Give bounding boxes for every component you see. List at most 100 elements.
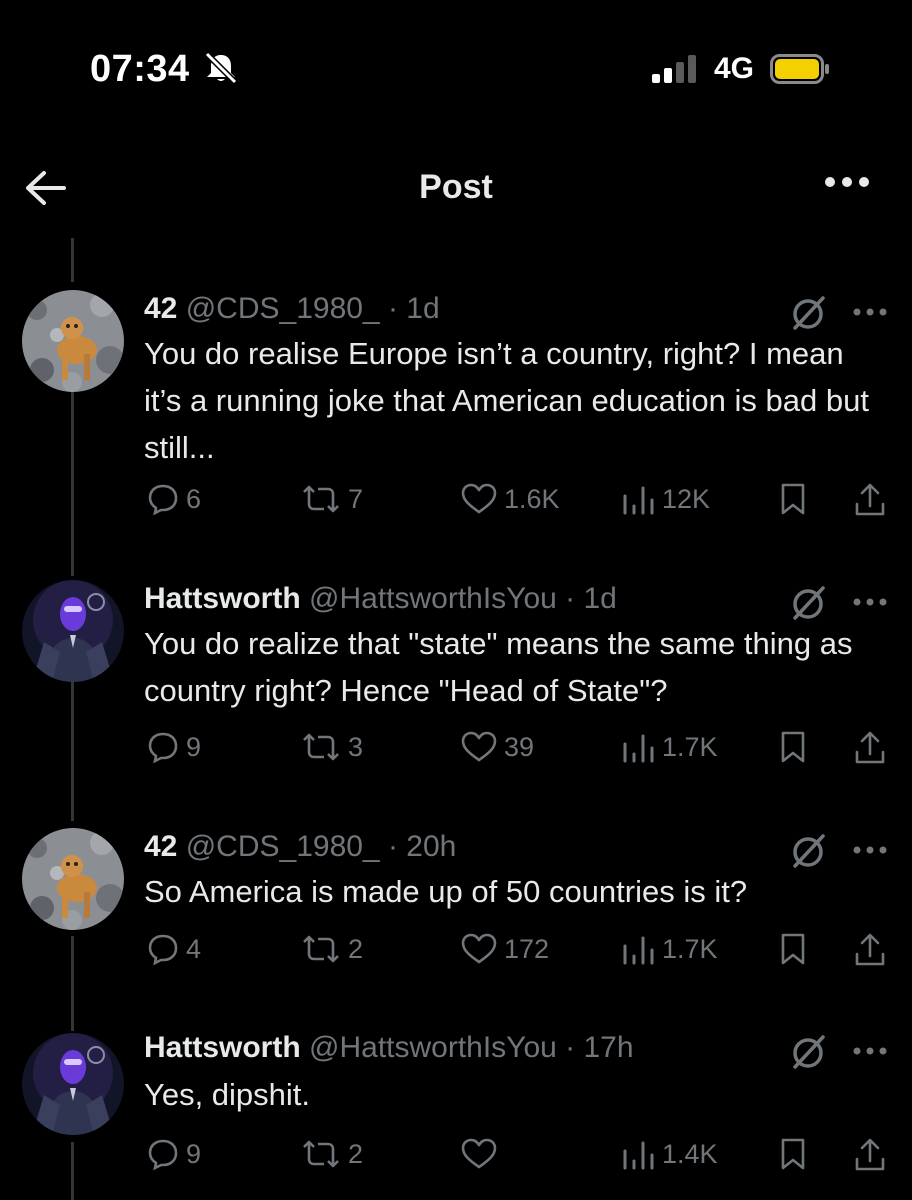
bookmark-icon [781, 933, 805, 965]
author-name[interactable]: 42 [144, 830, 177, 863]
status-time: 07:34 [90, 48, 190, 90]
more-icon[interactable] [852, 1043, 888, 1061]
post-time[interactable]: 17h [583, 1031, 633, 1064]
views-count: 12K [662, 483, 711, 514]
repost-icon [303, 935, 339, 963]
views-button[interactable]: 1.7K [620, 730, 718, 764]
repost-button[interactable]: 7 [300, 482, 363, 516]
views-button[interactable]: 1.7K [620, 932, 718, 966]
more-icon[interactable] [852, 304, 888, 322]
reply-header: Hattsworth @HattsworthIsYou · 1d [144, 582, 617, 615]
post-time[interactable]: 1d [406, 292, 439, 325]
bookmark-icon [781, 731, 805, 763]
share-button[interactable] [852, 1137, 888, 1173]
author-handle[interactable]: @HattsworthIsYou [309, 1031, 557, 1064]
author-handle[interactable]: @CDS_1980_ [186, 292, 380, 325]
like-count: 39 [504, 731, 535, 762]
status-bar: 07:34 4G [0, 0, 912, 130]
more-icon[interactable] [852, 594, 888, 612]
post-time[interactable]: 1d [583, 582, 616, 615]
repost-count: 3 [348, 731, 364, 762]
share-icon [855, 483, 885, 516]
repost-count: 2 [348, 1138, 364, 1169]
bookmark-button[interactable] [778, 482, 808, 516]
repost-icon [303, 485, 339, 513]
reply-count: 6 [186, 483, 202, 514]
grok-icon[interactable] [790, 1033, 828, 1076]
views-icon [623, 936, 654, 965]
reply-header: Hattsworth @HattsworthIsYou · 17h [144, 1031, 634, 1064]
more-icon[interactable] [852, 842, 888, 860]
bookmark-button[interactable] [778, 730, 808, 764]
reply-header: 42 @CDS_1980_ · 1d [144, 292, 440, 325]
reply-icon [148, 1139, 178, 1171]
like-button[interactable]: 172 [460, 932, 549, 966]
bookmark-icon [781, 483, 805, 515]
share-button[interactable] [852, 482, 888, 518]
reply-button[interactable]: 6 [146, 482, 201, 516]
like-button[interactable] [460, 1137, 504, 1171]
share-icon [855, 1138, 885, 1171]
reply-text: Yes, dipshit. [144, 1077, 311, 1112]
repost-button[interactable]: 3 [300, 730, 363, 764]
like-icon [461, 731, 497, 762]
like-icon [461, 483, 497, 514]
like-icon [461, 1138, 497, 1169]
share-icon [855, 731, 885, 764]
reply-text: So America is made up of 50 countries is… [144, 874, 748, 909]
author-name[interactable]: 42 [144, 292, 177, 325]
views-button[interactable]: 1.4K [620, 1137, 718, 1171]
bookmark-icon [781, 1138, 805, 1170]
author-handle[interactable]: @HattsworthIsYou [309, 582, 557, 615]
like-button[interactable]: 39 [460, 730, 534, 764]
thread-line [71, 238, 74, 282]
like-count: 1.6K [504, 483, 560, 514]
action-bar: 4 2 172 1.7K [0, 932, 912, 972]
avatar[interactable] [22, 828, 124, 930]
avatar[interactable] [22, 1033, 124, 1135]
avatar[interactable] [22, 290, 124, 392]
reply-count: 9 [186, 731, 202, 762]
views-icon [623, 486, 654, 515]
like-icon [461, 933, 497, 964]
bookmark-button[interactable] [778, 932, 808, 966]
top-nav: Post [0, 150, 912, 230]
reply-text: You do realise Europe isn’t a country, r… [144, 336, 869, 465]
views-button[interactable]: 12K [620, 482, 710, 516]
author-name[interactable]: Hattsworth [144, 582, 301, 615]
bookmark-button[interactable] [778, 1137, 808, 1171]
share-button[interactable] [852, 730, 888, 766]
signal-icon [652, 55, 702, 88]
views-icon [623, 734, 654, 763]
views-count: 1.4K [662, 1138, 718, 1169]
author-handle[interactable]: @CDS_1980_ [186, 830, 380, 863]
more-icon[interactable] [822, 174, 872, 195]
reply-button[interactable]: 9 [146, 730, 201, 764]
page-title: Post [419, 168, 493, 206]
author-name[interactable]: Hattsworth [144, 1031, 301, 1064]
reply-button[interactable]: 4 [146, 932, 201, 966]
reply-count: 9 [186, 1138, 202, 1169]
action-bar: 6 7 1.6K 12K [0, 482, 912, 522]
repost-button[interactable]: 2 [300, 932, 363, 966]
repost-icon [303, 733, 339, 761]
reply-icon [148, 934, 178, 966]
like-button[interactable]: 1.6K [460, 482, 560, 516]
reply-button[interactable]: 9 [146, 1137, 201, 1171]
repost-icon [303, 1140, 339, 1168]
bell-muted-icon [203, 51, 239, 89]
share-button[interactable] [852, 932, 888, 968]
avatar[interactable] [22, 580, 124, 682]
repost-button[interactable]: 2 [300, 1137, 363, 1171]
repost-count: 2 [348, 933, 364, 964]
battery-icon [770, 54, 830, 89]
action-bar: 9 3 39 1.7K [0, 730, 912, 770]
share-icon [855, 933, 885, 966]
reply-count: 4 [186, 933, 202, 964]
reply-text: You do realize that "state" means the sa… [144, 626, 853, 708]
reply-icon [148, 484, 178, 516]
reply-header: 42 @CDS_1980_ · 20h [144, 830, 457, 863]
reply-icon [148, 732, 178, 764]
post-time[interactable]: 20h [406, 830, 456, 863]
repost-count: 7 [348, 483, 364, 514]
